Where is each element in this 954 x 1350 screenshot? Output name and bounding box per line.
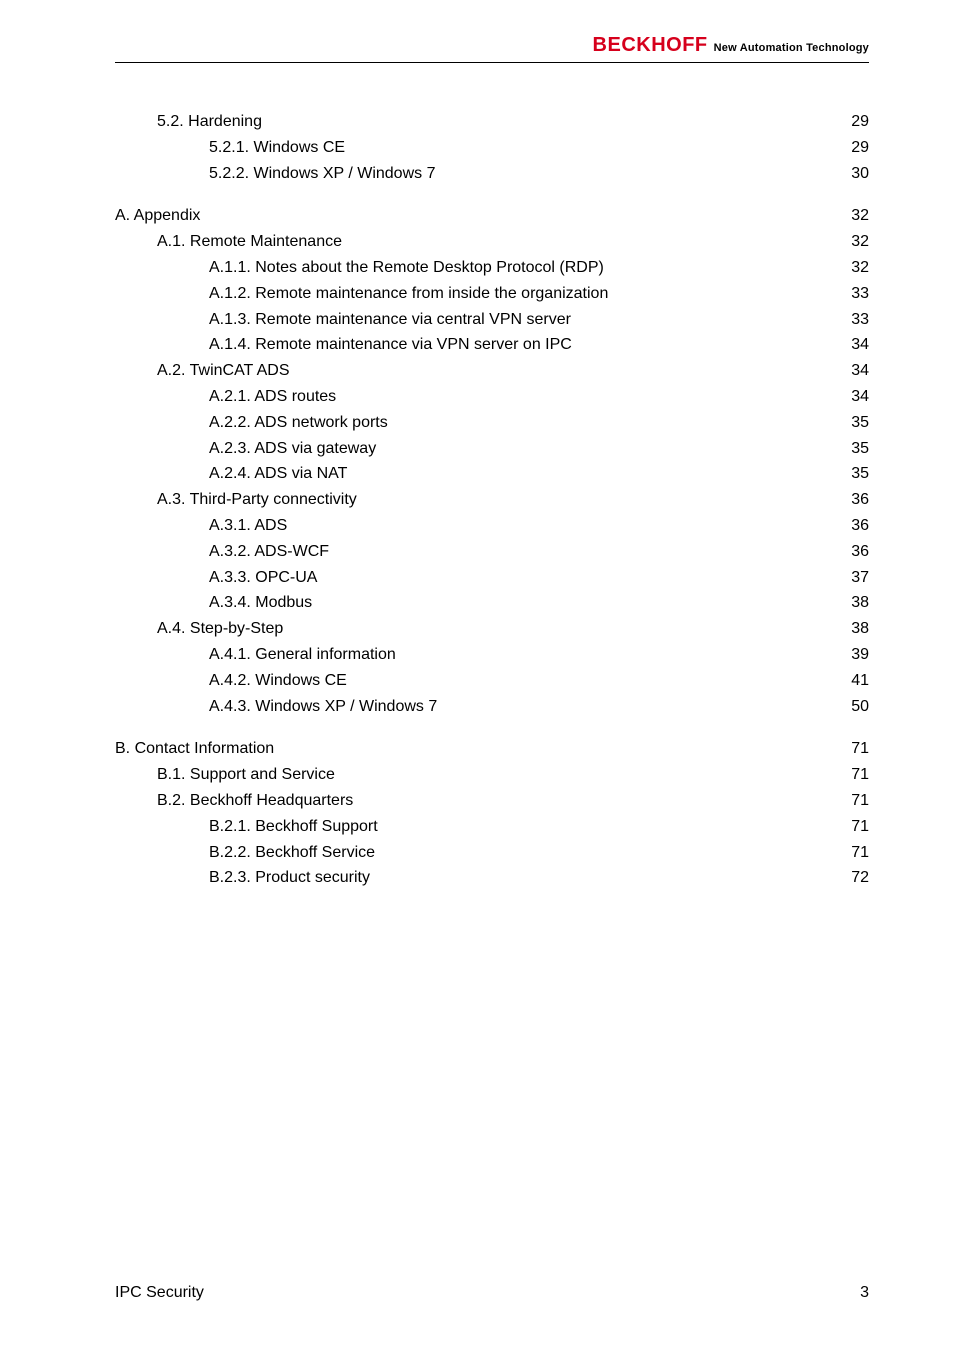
toc-row: A.2. TwinCAT ADS 34 [115, 359, 869, 384]
toc-row: A.3. Third-Party connectivity 36 [115, 488, 869, 513]
toc-row: B.2.1. Beckhoff Support 71 [115, 815, 869, 840]
toc-page-number[interactable]: 35 [841, 462, 869, 487]
toc-page-number[interactable]: 32 [841, 230, 869, 255]
toc-row: 5.2. Hardening 29 [115, 110, 869, 135]
toc-page-number[interactable]: 71 [841, 763, 869, 788]
toc-label[interactable]: A.1.2. Remote maintenance from inside th… [209, 282, 608, 307]
toc-page-number[interactable]: 38 [841, 591, 869, 616]
toc-page-number[interactable]: 34 [841, 333, 869, 358]
toc-page-number[interactable]: 50 [841, 695, 869, 720]
toc-page-number[interactable]: 71 [841, 789, 869, 814]
toc-row: A.3.1. ADS 36 [115, 514, 869, 539]
toc-label[interactable]: A.1.3. Remote maintenance via central VP… [209, 308, 571, 333]
toc-label[interactable]: A.1.4. Remote maintenance via VPN server… [209, 333, 572, 358]
toc-page-number[interactable]: 34 [841, 359, 869, 384]
toc-row: A.2.4. ADS via NAT 35 [115, 462, 869, 487]
toc-label[interactable]: A.4.3. Windows XP / Windows 7 [209, 695, 437, 720]
toc-page-number[interactable]: 38 [841, 617, 869, 642]
toc-label[interactable]: A.1. Remote Maintenance [157, 230, 342, 255]
toc-row: A.1.2. Remote maintenance from inside th… [115, 282, 869, 307]
toc-row: 5.2.2. Windows XP / Windows 7 30 [115, 162, 869, 187]
toc-group: A. Appendix32A.1. Remote Maintenance32A.… [115, 204, 869, 719]
toc-label[interactable]: A.4. Step-by-Step [157, 617, 283, 642]
header-brand-block: BECKHOFF New Automation Technology [593, 34, 869, 57]
toc-group: 5.2. Hardening295.2.1. Windows CE295.2.2… [115, 110, 869, 186]
toc-group: B. Contact Information71B.1. Support and… [115, 737, 869, 891]
toc-label[interactable]: A.2. TwinCAT ADS [157, 359, 290, 384]
toc-label[interactable]: A.3. Third-Party connectivity [157, 488, 357, 513]
toc-row: A.3.2. ADS-WCF 36 [115, 540, 869, 565]
toc-page-number[interactable]: 36 [841, 514, 869, 539]
toc-page-number[interactable]: 35 [841, 437, 869, 462]
toc-label[interactable]: 5.2.1. Windows CE [209, 136, 345, 161]
toc-label[interactable]: A.2.3. ADS via gateway [209, 437, 376, 462]
toc-row: A.4.2. Windows CE 41 [115, 669, 869, 694]
toc-label[interactable]: A.4.1. General information [209, 643, 396, 668]
toc-page-number[interactable]: 29 [841, 136, 869, 161]
toc-page-number[interactable]: 39 [841, 643, 869, 668]
toc-row: B.2.3. Product security 72 [115, 866, 869, 891]
toc-label[interactable]: A.3.2. ADS-WCF [209, 540, 329, 565]
brand-logo-text: BECKHOFF [593, 34, 708, 57]
toc-row: A.4.1. General information 39 [115, 643, 869, 668]
toc-page-number[interactable]: 36 [841, 540, 869, 565]
toc-label[interactable]: B.2.2. Beckhoff Service [209, 841, 375, 866]
toc-label[interactable]: A.2.4. ADS via NAT [209, 462, 347, 487]
brand-tagline: New Automation Technology [714, 42, 869, 54]
toc-row: A.2.1. ADS routes 34 [115, 385, 869, 410]
header-rule [115, 62, 869, 63]
toc-page-number[interactable]: 37 [841, 566, 869, 591]
toc-row: B. Contact Information 71 [115, 737, 869, 762]
toc-row: A. Appendix 32 [115, 204, 869, 229]
toc-page-number[interactable]: 33 [841, 282, 869, 307]
footer-page-number: 3 [860, 1284, 869, 1302]
toc-label[interactable]: B. Contact Information [115, 737, 274, 762]
toc-label[interactable]: A.1.1. Notes about the Remote Desktop Pr… [209, 256, 604, 281]
toc-label[interactable]: B.2.1. Beckhoff Support [209, 815, 378, 840]
toc-row: A.1.4. Remote maintenance via VPN server… [115, 333, 869, 358]
toc-page-number[interactable]: 36 [841, 488, 869, 513]
toc-label[interactable]: A.2.1. ADS routes [209, 385, 336, 410]
toc-page-number[interactable]: 33 [841, 308, 869, 333]
toc-label[interactable]: 5.2. Hardening [157, 110, 262, 135]
toc-row: A.2.3. ADS via gateway 35 [115, 437, 869, 462]
toc-row: A.1.3. Remote maintenance via central VP… [115, 308, 869, 333]
toc-page-number[interactable]: 71 [841, 737, 869, 762]
toc-row: A.2.2. ADS network ports 35 [115, 411, 869, 436]
toc-label[interactable]: B.2. Beckhoff Headquarters [157, 789, 353, 814]
footer-title: IPC Security [115, 1284, 204, 1302]
table-of-contents: 5.2. Hardening295.2.1. Windows CE295.2.2… [115, 110, 869, 891]
toc-label[interactable]: A.2.2. ADS network ports [209, 411, 388, 436]
toc-page-number[interactable]: 32 [841, 256, 869, 281]
toc-label[interactable]: A.4.2. Windows CE [209, 669, 347, 694]
toc-label[interactable]: A. Appendix [115, 204, 200, 229]
toc-row: A.1. Remote Maintenance 32 [115, 230, 869, 255]
toc-page-number[interactable]: 30 [841, 162, 869, 187]
toc-label[interactable]: A.3.4. Modbus [209, 591, 312, 616]
toc-row: A.1.1. Notes about the Remote Desktop Pr… [115, 256, 869, 281]
toc-row: 5.2.1. Windows CE 29 [115, 136, 869, 161]
toc-page-number[interactable]: 72 [841, 866, 869, 891]
toc-row: B.1. Support and Service 71 [115, 763, 869, 788]
toc-page-number[interactable]: 71 [841, 815, 869, 840]
toc-row: A.3.4. Modbus 38 [115, 591, 869, 616]
toc-row: B.2.2. Beckhoff Service 71 [115, 841, 869, 866]
toc-row: A.4.3. Windows XP / Windows 7 50 [115, 695, 869, 720]
toc-page-number[interactable]: 35 [841, 411, 869, 436]
toc-row: A.3.3. OPC-UA 37 [115, 566, 869, 591]
toc-row: A.4. Step-by-Step 38 [115, 617, 869, 642]
toc-page-number[interactable]: 34 [841, 385, 869, 410]
toc-label[interactable]: 5.2.2. Windows XP / Windows 7 [209, 162, 435, 187]
page: BECKHOFF New Automation Technology 5.2. … [0, 0, 954, 1350]
toc-label[interactable]: A.3.3. OPC-UA [209, 566, 317, 591]
toc-page-number[interactable]: 32 [841, 204, 869, 229]
toc-page-number[interactable]: 41 [841, 669, 869, 694]
toc-label[interactable]: B.2.3. Product security [209, 866, 370, 891]
toc-label[interactable]: A.3.1. ADS [209, 514, 287, 539]
toc-row: B.2. Beckhoff Headquarters 71 [115, 789, 869, 814]
toc-label[interactable]: B.1. Support and Service [157, 763, 335, 788]
toc-page-number[interactable]: 29 [841, 110, 869, 135]
toc-page-number[interactable]: 71 [841, 841, 869, 866]
